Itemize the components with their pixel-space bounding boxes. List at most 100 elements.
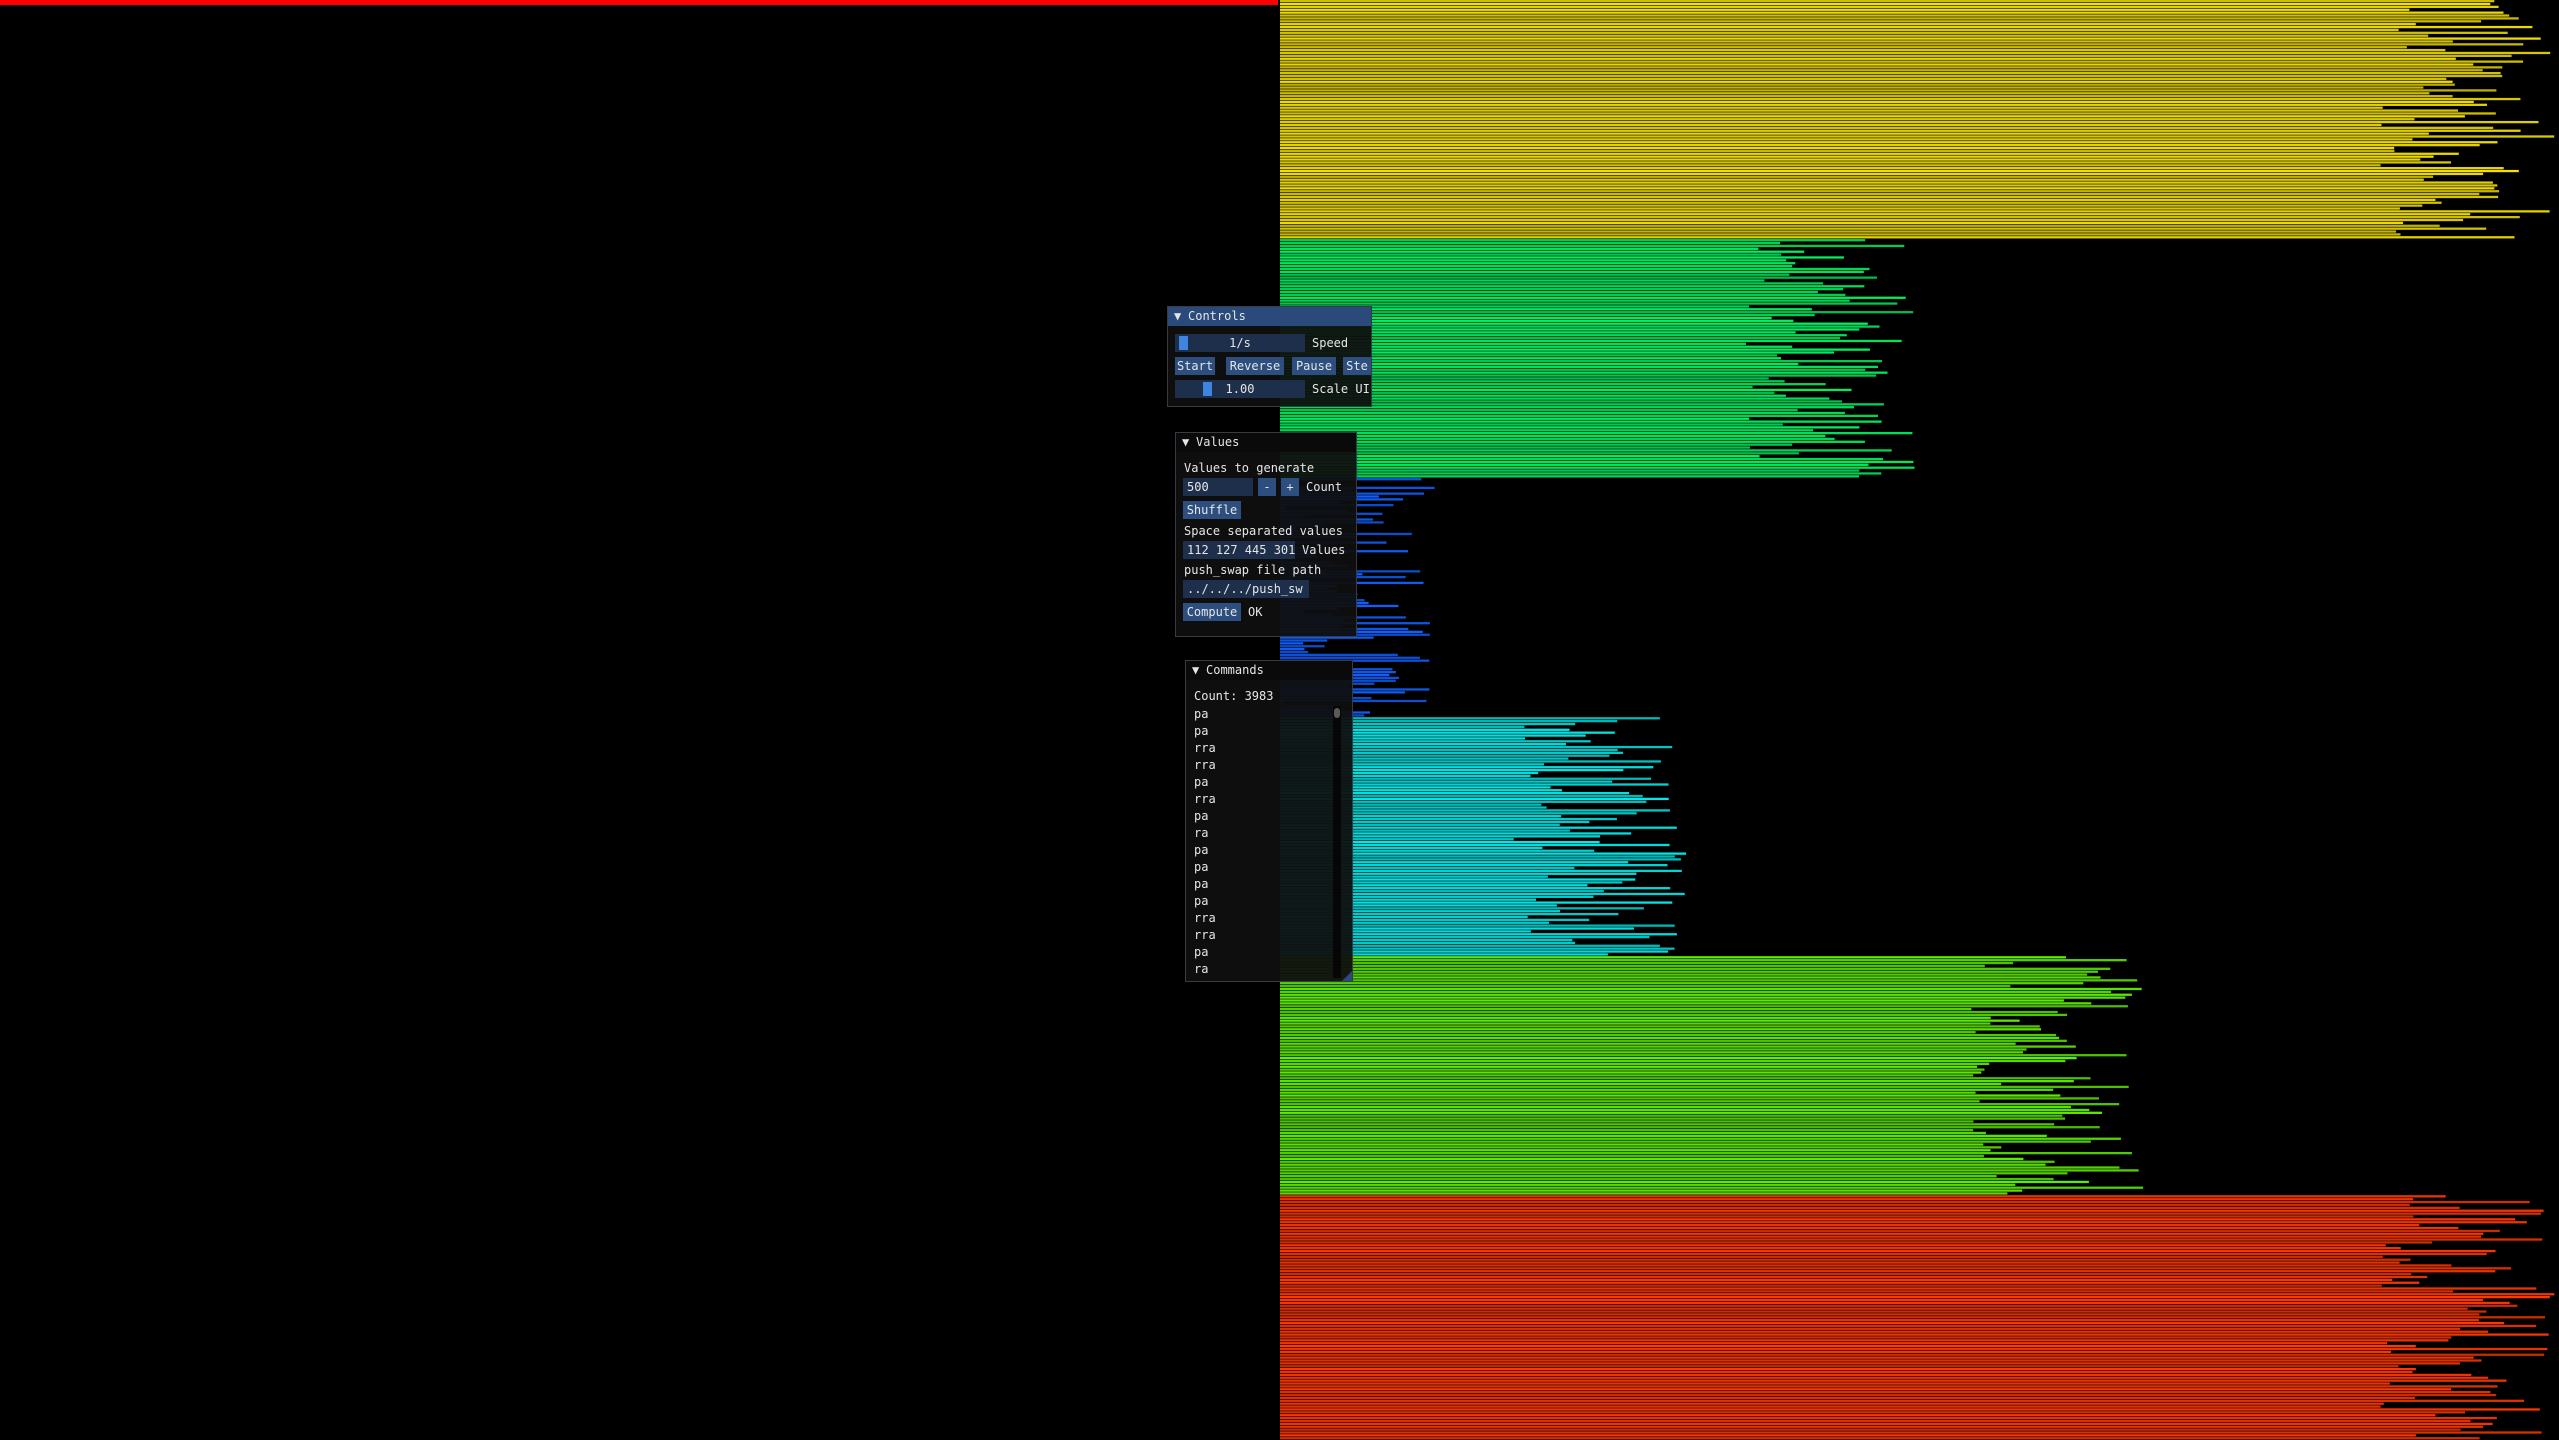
stack-a-bar (1280, 106, 2383, 109)
stack-a-bar (1280, 432, 1913, 435)
stack-a-bar (1280, 463, 1869, 466)
command-item: pa (1194, 877, 1209, 891)
stack-a-bar (1280, 149, 2395, 153)
count-increment-button[interactable]: + (1281, 478, 1299, 496)
stack-a-bar (1280, 1359, 2482, 1362)
stack-a-bar (1280, 1215, 2414, 1218)
command-item: pa (1194, 809, 1209, 823)
command-item: ra (1194, 962, 1209, 976)
stack-a-bar (1280, 653, 1398, 657)
stack-a-bar (1280, 440, 1865, 443)
stack-a-bar (1280, 426, 1860, 429)
commands-scrollbar[interactable] (1333, 706, 1341, 978)
stack-a-bar (1280, 1218, 2516, 1221)
stack-a-bar (1280, 1056, 2077, 1060)
stack-a-bar (1280, 100, 2474, 104)
stack-a-bar (1280, 1212, 2541, 1215)
stack-a-bar (1280, 1275, 2428, 1279)
commands-list[interactable]: pa pa rra rra pa rra pa ra pa pa pa pa rra rra pa ra (1186, 706, 1342, 980)
stack-a-bar (1280, 639, 1328, 642)
stack-a-bar (1280, 1117, 2066, 1120)
stack-a-bar (1280, 1169, 2139, 1172)
values-input[interactable]: 112 127 445 301 (1183, 541, 1295, 559)
stack-a-bar (1280, 210, 2550, 213)
commands-scrollbar-thumb[interactable] (1334, 708, 1340, 718)
stack-a-bar (1280, 1016, 1991, 1019)
stack-a-bar (1280, 1370, 2413, 1374)
stack-a-bar (1280, 1128, 1974, 1132)
stack-a-bar (1280, 1249, 2496, 1253)
stack-a-bar (1280, 138, 2413, 141)
stack-a-bar (1280, 80, 2453, 83)
stack-a-bar (1280, 1422, 2493, 1425)
stack-a-bar (1280, 1270, 2496, 1273)
start-button[interactable]: Start (1175, 357, 1215, 375)
stack-a-bar (1280, 288, 1844, 291)
stack-a-bar (1280, 1235, 2481, 1238)
stack-a-bar (1280, 1103, 2120, 1106)
stack-a-bar (1280, 434, 1826, 438)
shuffle-button[interactable]: Shuffle (1183, 501, 1241, 519)
stack-a-bar (1280, 1416, 2497, 1420)
reverse-button[interactable]: Reverse (1226, 357, 1284, 375)
stack-a-bar (1280, 120, 2539, 124)
stack-a-bar (1280, 23, 2416, 26)
collapse-arrow-icon[interactable]: ▼ (1182, 433, 1196, 452)
scale-value: 1.00 (1225, 382, 1255, 396)
stack-a-bar (1280, 959, 2127, 962)
stack-a-bar (1280, 178, 2424, 181)
stack-a-bar (1280, 1238, 2543, 1241)
resize-grip[interactable] (1342, 971, 1352, 981)
path-input[interactable]: ../../../push_sw (1183, 580, 1309, 598)
stack-a-bar (1280, 0, 2495, 3)
stack-a-bar (1280, 1252, 2487, 1256)
compute-button[interactable]: Compute (1183, 603, 1241, 621)
commands-title: Commands (1206, 663, 1264, 677)
stack-a-bar (1280, 1281, 2420, 1284)
stack-a-bar (1280, 1391, 2491, 1394)
stack-a-bar (1280, 195, 2499, 199)
stack-a-bar (1280, 1154, 1984, 1158)
stack-a-bar (1280, 1031, 1976, 1034)
stack-a-bar (1280, 14, 2510, 17)
stack-a-bar (1280, 1094, 2061, 1097)
stack-a-bar (1280, 1074, 1974, 1077)
stack-a-bar (1280, 1028, 2041, 1031)
controls-titlebar[interactable]: ▼ Controls (1168, 307, 1371, 326)
count-input[interactable]: 500 (1183, 478, 1253, 496)
stack-a-bar (1280, 1045, 2076, 1048)
stack-a-bar (1280, 1419, 2471, 1423)
stack-a-bar (1280, 1108, 2090, 1112)
stack-a-bar (1280, 89, 2497, 92)
stack-a-bar (1280, 1382, 2390, 1385)
stack-a-bar (1280, 1192, 2008, 1195)
stack-a-bar (1280, 1077, 2091, 1080)
stack-a-bar (1280, 1399, 2525, 1402)
pause-button[interactable]: Pause (1292, 357, 1336, 375)
stack-a-bar (1280, 1149, 1991, 1152)
stack-a-bar (1280, 656, 1420, 659)
stack-a-bar (1280, 1175, 1997, 1178)
values-titlebar[interactable]: ▼ Values (1176, 433, 1356, 452)
stack-a-bar (1280, 63, 2474, 66)
stack-a-bar (1280, 198, 2436, 201)
stack-a-bar (1280, 1272, 2412, 1276)
stack-a-bar (1280, 239, 1866, 242)
stack-a-bar (1280, 1307, 2468, 1310)
stack-a-bar (1280, 1085, 2129, 1089)
stack-a-bar (1280, 115, 2465, 118)
collapse-arrow-icon[interactable]: ▼ (1192, 661, 1206, 680)
stack-a-bar (1280, 1143, 1984, 1146)
scale-ui-slider[interactable]: 1.00 (1175, 380, 1305, 398)
stack-a-bar (1280, 204, 2423, 207)
command-item: pa (1194, 945, 1209, 959)
commands-titlebar[interactable]: ▼ Commands (1186, 661, 1352, 680)
step-button[interactable]: Ste (1343, 357, 1371, 375)
command-item: pa (1194, 843, 1209, 857)
stack-a-bar (1280, 1033, 2056, 1037)
collapse-arrow-icon[interactable]: ▼ (1174, 307, 1188, 326)
stack-a-bar (1280, 1013, 2068, 1017)
stack-a-bar (1280, 161, 2451, 164)
count-decrement-button[interactable]: - (1258, 478, 1276, 496)
speed-slider[interactable]: 1/s (1175, 334, 1305, 352)
